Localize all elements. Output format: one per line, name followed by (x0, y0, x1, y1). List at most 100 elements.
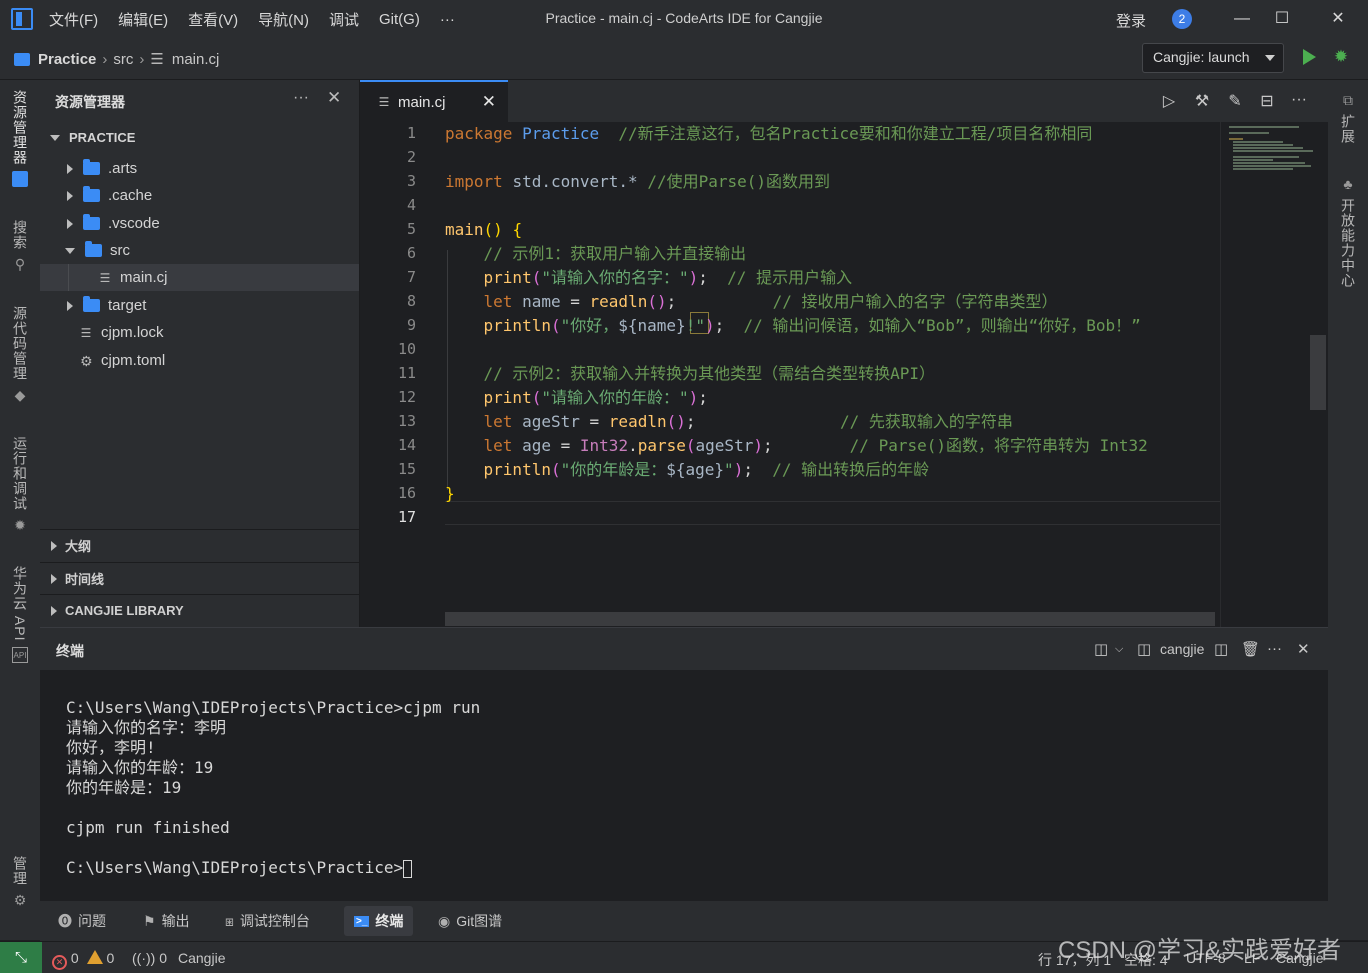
minimap-line (1233, 159, 1273, 161)
gear-icon: ⚙ (80, 352, 93, 369)
line-number: 15 (397, 460, 416, 478)
breadcrumb-project[interactable]: Practice (38, 51, 96, 68)
tree-item-target[interactable]: target (40, 292, 359, 319)
tree-item-cjpm-toml[interactable]: ⚙ cjpm.toml (40, 347, 359, 374)
tree-item-main-cj[interactable]: ☰ main.cj (40, 264, 359, 291)
split-terminal-icon[interactable]: ◫ (1214, 640, 1228, 658)
language-status-left[interactable]: Cangjie (178, 950, 225, 966)
tab-label: main.cj (398, 93, 446, 111)
minimap-line (1233, 165, 1311, 167)
indent-guide (68, 264, 69, 291)
explorer-icon (12, 171, 28, 187)
tab-debug-console[interactable]: ⧆ 调试控制台 (215, 906, 320, 936)
vertical-scrollbar[interactable] (1310, 335, 1326, 410)
new-terminal-icon[interactable]: ◫ (1094, 640, 1108, 658)
run-icon[interactable] (1303, 49, 1316, 65)
menu-view[interactable]: 查看(V) (188, 9, 238, 30)
menu-navigate[interactable]: 导航(N) (258, 9, 309, 30)
problems-status[interactable]: ✕ 0 0 (52, 950, 114, 970)
close-icon[interactable]: ✕ (1297, 640, 1310, 658)
debug-run-icon[interactable]: ✹ (1332, 48, 1350, 66)
code-area[interactable]: package Practice //新手注意这行，包名Practice要和和你… (445, 122, 1220, 612)
ports-count: 0 (159, 950, 167, 966)
terminal-profile[interactable]: cangjie (1160, 641, 1204, 657)
title-bar: 文件(F) 编辑(E) 查看(V) 导航(N) 调试 Git(G) ··· (0, 0, 1368, 38)
activity-explorer[interactable]: 资源管理器 (0, 90, 40, 187)
folder-icon (83, 214, 100, 230)
close-icon[interactable]: ✕ (1318, 4, 1358, 34)
chevron-down-icon[interactable]: ⌵ (1115, 643, 1123, 656)
close-icon[interactable]: ✕ (327, 88, 341, 108)
tree-root[interactable]: PRACTICE (40, 124, 359, 151)
line-number: 9 (406, 316, 416, 334)
tab-terminal-label: 终端 (375, 913, 404, 929)
section-timeline[interactable]: 时间线 (40, 562, 359, 594)
tab-terminal[interactable]: >_ 终端 (344, 906, 414, 936)
minimap-line (1229, 138, 1243, 140)
build-hammer-icon[interactable]: ⚒ (1191, 91, 1213, 111)
menu-more[interactable]: ··· (440, 11, 455, 28)
remote-icon[interactable]: ⤡ (0, 942, 42, 973)
maximize-icon[interactable]: ☐ (1262, 4, 1302, 34)
more-icon[interactable]: ··· (293, 89, 309, 107)
edit-pencil-icon[interactable]: ✎ (1224, 91, 1246, 111)
close-icon[interactable]: ✕ (482, 92, 496, 112)
run-file-icon[interactable]: ▷ (1158, 91, 1180, 111)
terminal-output[interactable]: C:\Users\Wang\IDEProjects\Practice> cjpm … (66, 698, 480, 878)
activity-open-capability[interactable]: ♣ 开放能力中心 (1328, 176, 1368, 288)
chevron-right-icon (67, 163, 73, 174)
ports-status[interactable]: ((·)) 0 (132, 950, 167, 966)
tab-git-graph[interactable]: ◉ Git图谱 (428, 906, 512, 936)
tree-item-label: cjpm.toml (101, 352, 166, 369)
tab-output[interactable]: ⚑ 输出 (133, 906, 200, 936)
menu-git[interactable]: Git(G) (379, 11, 420, 28)
minimap-line (1233, 168, 1293, 170)
activity-extensions-label: 扩展 (1340, 114, 1356, 144)
activity-extensions[interactable]: ⧉ 扩展 (1328, 92, 1368, 144)
breadcrumb-folder[interactable]: src (113, 51, 133, 68)
tree-item-vscode[interactable]: .vscode (40, 210, 359, 237)
split-editor-icon[interactable]: ⊟ (1256, 91, 1278, 111)
launch-config-select[interactable]: Cangjie: launch (1142, 43, 1284, 73)
watermark: CSDN @学习&实践爱好者 (1058, 937, 1342, 964)
notification-badge[interactable]: 2 (1172, 9, 1192, 29)
minimize-icon[interactable]: — (1222, 4, 1262, 34)
horizontal-scrollbar[interactable] (445, 612, 1215, 626)
code-line-16: } (445, 484, 455, 503)
line-number: 17 (397, 508, 416, 526)
more-icon[interactable]: ··· (1267, 640, 1282, 657)
activity-explorer-label: 资源管理器 (12, 90, 28, 165)
tree-item-cache[interactable]: .cache (40, 182, 359, 209)
activity-source-control[interactable]: 源代码管理 ◆ (0, 306, 40, 403)
menu-edit[interactable]: 编辑(E) (118, 9, 168, 30)
activity-huawei-api[interactable]: 华为云 API API (0, 566, 40, 664)
section-cangjie-library[interactable]: CANGJIE LIBRARY (40, 594, 359, 626)
tree-item-cjpm-lock[interactable]: ☰ cjpm.lock (40, 319, 359, 346)
activity-manage[interactable]: 管理 ⚙ (0, 856, 40, 908)
tree-item-label: target (108, 297, 147, 314)
code-line-5: main() { (445, 220, 523, 239)
file-lines-icon: ☰ (378, 95, 390, 109)
menu-file[interactable]: 文件(F) (49, 9, 98, 30)
tab-main-cj[interactable]: ☰ main.cj ✕ (360, 80, 508, 122)
ide-window: 文件(F) 编辑(E) 查看(V) 导航(N) 调试 Git(G) ··· Pr… (0, 0, 1368, 973)
tree-item-label: .vscode (108, 215, 160, 232)
tree-item-arts[interactable]: .arts (40, 155, 359, 182)
more-icon[interactable]: ··· (1288, 91, 1310, 109)
activity-search[interactable]: 搜索 ⚲ (0, 220, 40, 272)
terminal-line: 请输入你的年龄：19 (66, 758, 214, 777)
activity-run-debug-label: 运行和调试 (12, 436, 28, 511)
activity-run-debug[interactable]: 运行和调试 ✹ (0, 436, 40, 533)
activity-source-control-label: 源代码管理 (12, 306, 28, 381)
code-line-7: print("请输入你的名字："); // 提示用户输入 (483, 268, 853, 287)
trash-icon[interactable]: 🗑 (1241, 640, 1260, 658)
minimap-line (1229, 126, 1299, 128)
terminal-cursor (403, 859, 413, 878)
breadcrumb-file[interactable]: main.cj (172, 51, 220, 68)
login-button[interactable]: 登录 (1116, 10, 1146, 31)
section-outline[interactable]: 大纲 (40, 529, 359, 561)
menu-debug[interactable]: 调试 (329, 9, 359, 30)
tree-item-src[interactable]: src (40, 237, 359, 264)
tab-problems[interactable]: ⓿ 问题 (48, 906, 116, 936)
